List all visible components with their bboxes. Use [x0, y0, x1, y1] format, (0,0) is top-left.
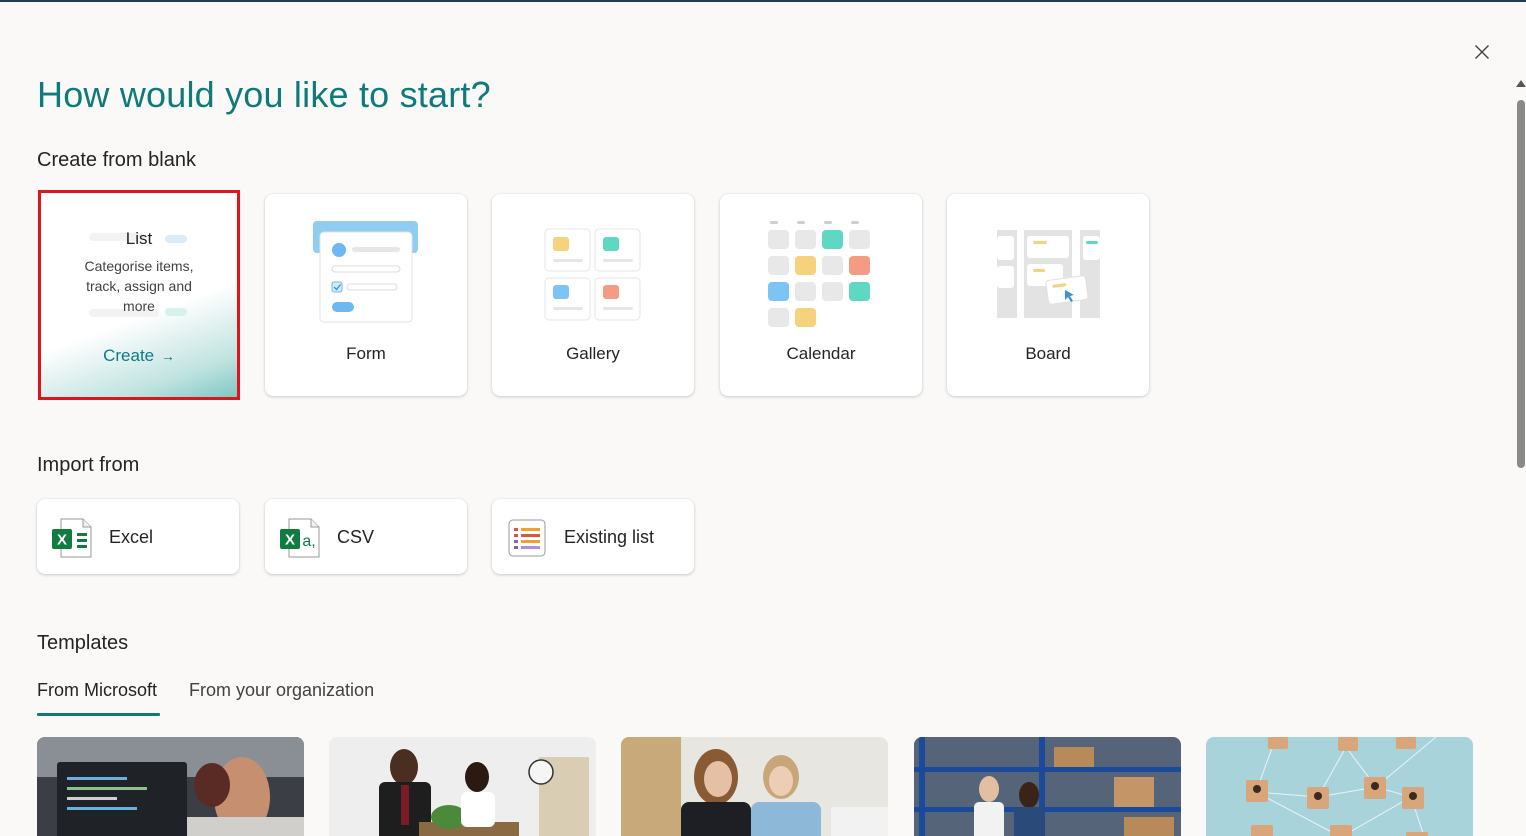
tab-from-your-organization[interactable]: From your organization — [189, 680, 374, 701]
template-image — [621, 737, 888, 836]
template-image — [329, 737, 596, 836]
list-card-description: Categorise items, track, assign and more — [84, 258, 194, 314]
excel-icon: X — [52, 518, 92, 558]
excel-label: Excel — [109, 527, 154, 547]
form-illustration-icon — [313, 221, 418, 323]
template-thumbnail[interactable] — [914, 737, 1181, 836]
calendar-card[interactable]: Calendar — [720, 194, 922, 396]
svg-text:X: X — [285, 532, 295, 549]
form-card-label: Form — [346, 344, 386, 363]
board-card-label: Board — [1025, 344, 1071, 363]
scroll-up-arrow-icon[interactable] — [1516, 80, 1526, 87]
templates-heading: Templates — [37, 632, 129, 654]
template-thumbnail[interactable] — [1206, 737, 1473, 836]
import-from-heading: Import from — [37, 454, 140, 476]
existing-list-icon — [508, 519, 546, 557]
vertical-scrollbar[interactable] — [1514, 80, 1526, 836]
board-card[interactable]: Board — [947, 194, 1149, 396]
import-excel-button[interactable]: X Excel — [37, 499, 239, 574]
svg-text:a,: a, — [302, 533, 315, 550]
board-illustration-icon — [997, 230, 1100, 318]
form-card[interactable]: Form — [265, 194, 467, 396]
tab-from-microsoft[interactable]: From Microsoft — [37, 680, 157, 701]
create-label: Create — [103, 346, 155, 365]
list-create-link[interactable]: Create → — [41, 346, 237, 366]
scrollbar-thumb[interactable] — [1517, 100, 1525, 468]
close-icon — [1475, 45, 1489, 59]
template-image — [1206, 737, 1473, 836]
window-top-border — [0, 0, 1526, 2]
close-button[interactable] — [1468, 38, 1496, 66]
csv-label: CSV — [337, 527, 375, 547]
template-image — [37, 737, 304, 836]
import-csv-button[interactable]: a, X CSV — [265, 499, 467, 574]
gallery-card-label: Gallery — [566, 344, 620, 363]
csv-icon: a, X — [280, 518, 320, 558]
list-card-title: List — [125, 229, 153, 248]
existing-list-label: Existing list — [564, 527, 655, 547]
svg-text:X: X — [57, 532, 67, 549]
gallery-card[interactable]: Gallery — [492, 194, 694, 396]
create-from-blank-heading: Create from blank — [37, 149, 196, 171]
template-thumbnail[interactable] — [37, 737, 304, 836]
template-thumbnail[interactable] — [329, 737, 596, 836]
arrow-right-icon: → — [160, 348, 175, 364]
gallery-illustration-icon — [544, 228, 641, 321]
page-title: How would you like to start? — [37, 74, 491, 115]
active-tab-indicator — [37, 713, 160, 716]
calendar-illustration-icon — [768, 221, 870, 327]
template-image — [914, 737, 1181, 836]
template-thumbnail[interactable] — [621, 737, 888, 836]
calendar-card-label: Calendar — [786, 344, 856, 363]
import-existing-list-button[interactable]: Existing list — [492, 499, 694, 574]
list-card[interactable]: List Categorise items, track, assign and… — [38, 190, 240, 400]
